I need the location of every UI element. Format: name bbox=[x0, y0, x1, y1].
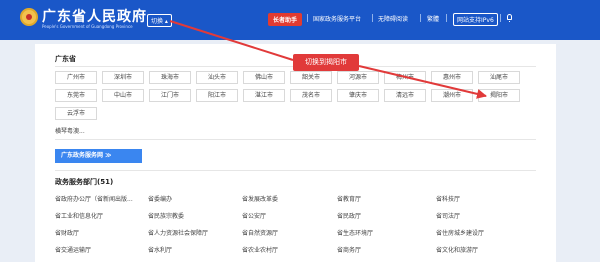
elder-assistant-button[interactable]: 长者助手 bbox=[268, 13, 303, 26]
city-qingyuan[interactable]: 清远市 bbox=[384, 89, 426, 102]
city-heyuan[interactable]: 河源市 bbox=[337, 71, 379, 84]
national-emblem-icon bbox=[20, 8, 38, 26]
region-switch-panel: 广东省 广州市 深圳市 珠海市 汕头市 佛山市 韶关市 河源市 梅州市 惠州市 … bbox=[35, 44, 556, 262]
region-switch-label: 切换 bbox=[151, 18, 164, 25]
dept-item[interactable]: 省教育厅 bbox=[337, 194, 361, 203]
dept-item[interactable]: 省司法厅 bbox=[436, 211, 460, 220]
dept-item[interactable]: 省人力资源社会保障厅 bbox=[148, 228, 208, 237]
city-shanwei[interactable]: 汕尾市 bbox=[478, 71, 520, 84]
city-zhanjiang[interactable]: 湛江市 bbox=[243, 89, 285, 102]
dept-item[interactable]: 省科技厅 bbox=[436, 194, 460, 203]
dept-item[interactable]: 省财政厅 bbox=[55, 228, 79, 237]
dept-item[interactable]: 省工业和信息化厅 bbox=[55, 211, 103, 220]
dept-item[interactable]: 省民政厅 bbox=[337, 211, 361, 220]
more-regions-link[interactable]: 横琴粤澳... bbox=[55, 126, 85, 135]
nav-divider bbox=[307, 14, 308, 22]
dept-item[interactable]: 省生态环境厅 bbox=[337, 228, 373, 237]
dept-item[interactable]: 省交通运输厅 bbox=[55, 245, 91, 254]
nav-divider bbox=[500, 14, 501, 22]
bell-icon[interactable] bbox=[507, 14, 512, 22]
dept-item[interactable]: 省政府办公厅（省新闻出版... bbox=[55, 194, 133, 203]
dept-item[interactable]: 省民族宗教委 bbox=[148, 211, 184, 220]
departments-title: 政务服务部门(51) bbox=[55, 178, 114, 186]
city-maoming[interactable]: 茂名市 bbox=[290, 89, 332, 102]
city-jiangmen[interactable]: 江门市 bbox=[149, 89, 191, 102]
nav-national-platform[interactable]: 国家政务服务平台 bbox=[313, 14, 361, 23]
city-yunfu[interactable]: 云浮市 bbox=[55, 107, 97, 120]
city-zhuhai[interactable]: 珠海市 bbox=[149, 71, 191, 84]
city-foshan[interactable]: 佛山市 bbox=[243, 71, 285, 84]
nav-ipv6-badge[interactable]: 网站支持IPv6 bbox=[453, 13, 498, 26]
city-zhaoqing[interactable]: 肇庆市 bbox=[337, 89, 379, 102]
city-chaozhou[interactable]: 潮州市 bbox=[431, 89, 473, 102]
dept-item[interactable]: 省水利厅 bbox=[148, 245, 172, 254]
dept-item[interactable]: 省公安厅 bbox=[242, 211, 266, 220]
dept-item[interactable]: 省商务厅 bbox=[337, 245, 361, 254]
city-guangzhou[interactable]: 广州市 bbox=[55, 71, 97, 84]
dept-item[interactable]: 省文化和旅游厅 bbox=[436, 245, 478, 254]
city-shaoguan[interactable]: 韶关市 bbox=[290, 71, 332, 84]
city-shantou[interactable]: 汕头市 bbox=[196, 71, 238, 84]
dept-item[interactable]: 省发展改革委 bbox=[242, 194, 278, 203]
nav-traditional-chinese[interactable]: 繁體 bbox=[427, 14, 439, 23]
dept-item[interactable]: 省自然资源厅 bbox=[242, 228, 278, 237]
site-header: 广东省人民政府 People's Government of Guangdong… bbox=[0, 0, 600, 40]
city-shenzhen[interactable]: 深圳市 bbox=[102, 71, 144, 84]
site-subtitle: People's Government of Guangdong Provinc… bbox=[42, 24, 133, 29]
city-meizhou[interactable]: 梅州市 bbox=[384, 71, 426, 84]
nav-divider bbox=[420, 14, 421, 22]
dept-item[interactable]: 省委编办 bbox=[148, 194, 172, 203]
nav-accessibility[interactable]: 无障碍阅读 bbox=[378, 14, 408, 23]
nav-divider bbox=[446, 14, 447, 22]
region-switch-button[interactable]: 切换 ▴ bbox=[147, 14, 172, 27]
divider bbox=[55, 170, 536, 171]
annotation-callout: 切换到揭阳市 bbox=[293, 54, 359, 71]
site-title[interactable]: 广东省人民政府 bbox=[42, 6, 147, 26]
city-dongguan[interactable]: 东莞市 bbox=[55, 89, 97, 102]
province-title: 广东省 bbox=[55, 55, 76, 63]
dept-item[interactable]: 省农业农村厅 bbox=[242, 245, 278, 254]
nav-divider bbox=[372, 14, 373, 22]
dept-item[interactable]: 省住房城乡建设厅 bbox=[436, 228, 484, 237]
city-yangjiang[interactable]: 阳江市 bbox=[196, 89, 238, 102]
guangdong-service-portal-button[interactable]: 广东政务服务网 ≫ bbox=[55, 149, 142, 163]
city-jieyang[interactable]: 揭阳市 bbox=[478, 89, 520, 102]
city-huizhou[interactable]: 惠州市 bbox=[431, 71, 473, 84]
city-zhongshan[interactable]: 中山市 bbox=[102, 89, 144, 102]
divider bbox=[55, 139, 536, 140]
